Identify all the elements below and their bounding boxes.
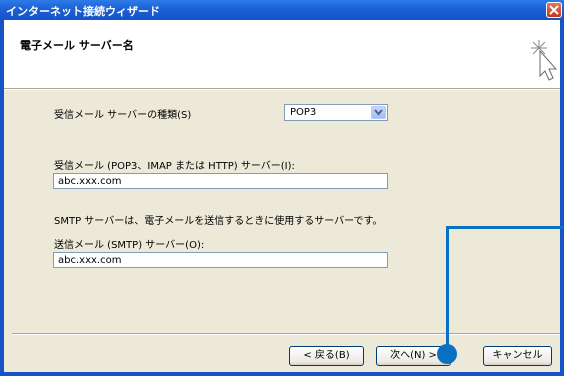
outgoing-server-input[interactable] [53, 252, 388, 268]
close-button[interactable] [546, 2, 562, 18]
incoming-type-value: POP3 [290, 107, 317, 118]
dropdown-button[interactable] [371, 106, 386, 119]
cancel-button[interactable]: キャンセル [483, 346, 552, 366]
wizard-header: 電子メール サーバー名 [4, 20, 560, 88]
page-title: 電子メール サーバー名 [20, 39, 134, 52]
footer-divider [12, 333, 560, 335]
callout-line-vertical [446, 226, 449, 354]
incoming-type-select[interactable]: POP3 [284, 104, 388, 121]
title-bar: インターネット接続ウィザード [0, 0, 564, 20]
callout-line-horizontal [446, 226, 564, 229]
window-frame-bottom [0, 372, 564, 376]
window-frame-right [560, 20, 564, 376]
incoming-server-label: 受信メール (POP3、IMAP または HTTP) サーバー(I): [54, 161, 295, 172]
chevron-down-icon [374, 109, 383, 116]
wizard-cursor-icon [531, 40, 558, 81]
incoming-type-label: 受信メール サーバーの種類(S) [54, 110, 192, 121]
back-button[interactable]: < 戻る(B) [289, 346, 364, 366]
incoming-server-input[interactable] [53, 173, 388, 189]
smtp-note: SMTP サーバーは、電子メールを送信するときに使用するサーバーです。 [54, 216, 383, 227]
outgoing-server-label: 送信メール (SMTP) サーバー(O): [54, 240, 205, 251]
header-divider [4, 88, 560, 90]
close-icon [549, 5, 559, 15]
window-title: インターネット接続ウィザード [6, 5, 160, 18]
callout-dot [437, 344, 457, 364]
